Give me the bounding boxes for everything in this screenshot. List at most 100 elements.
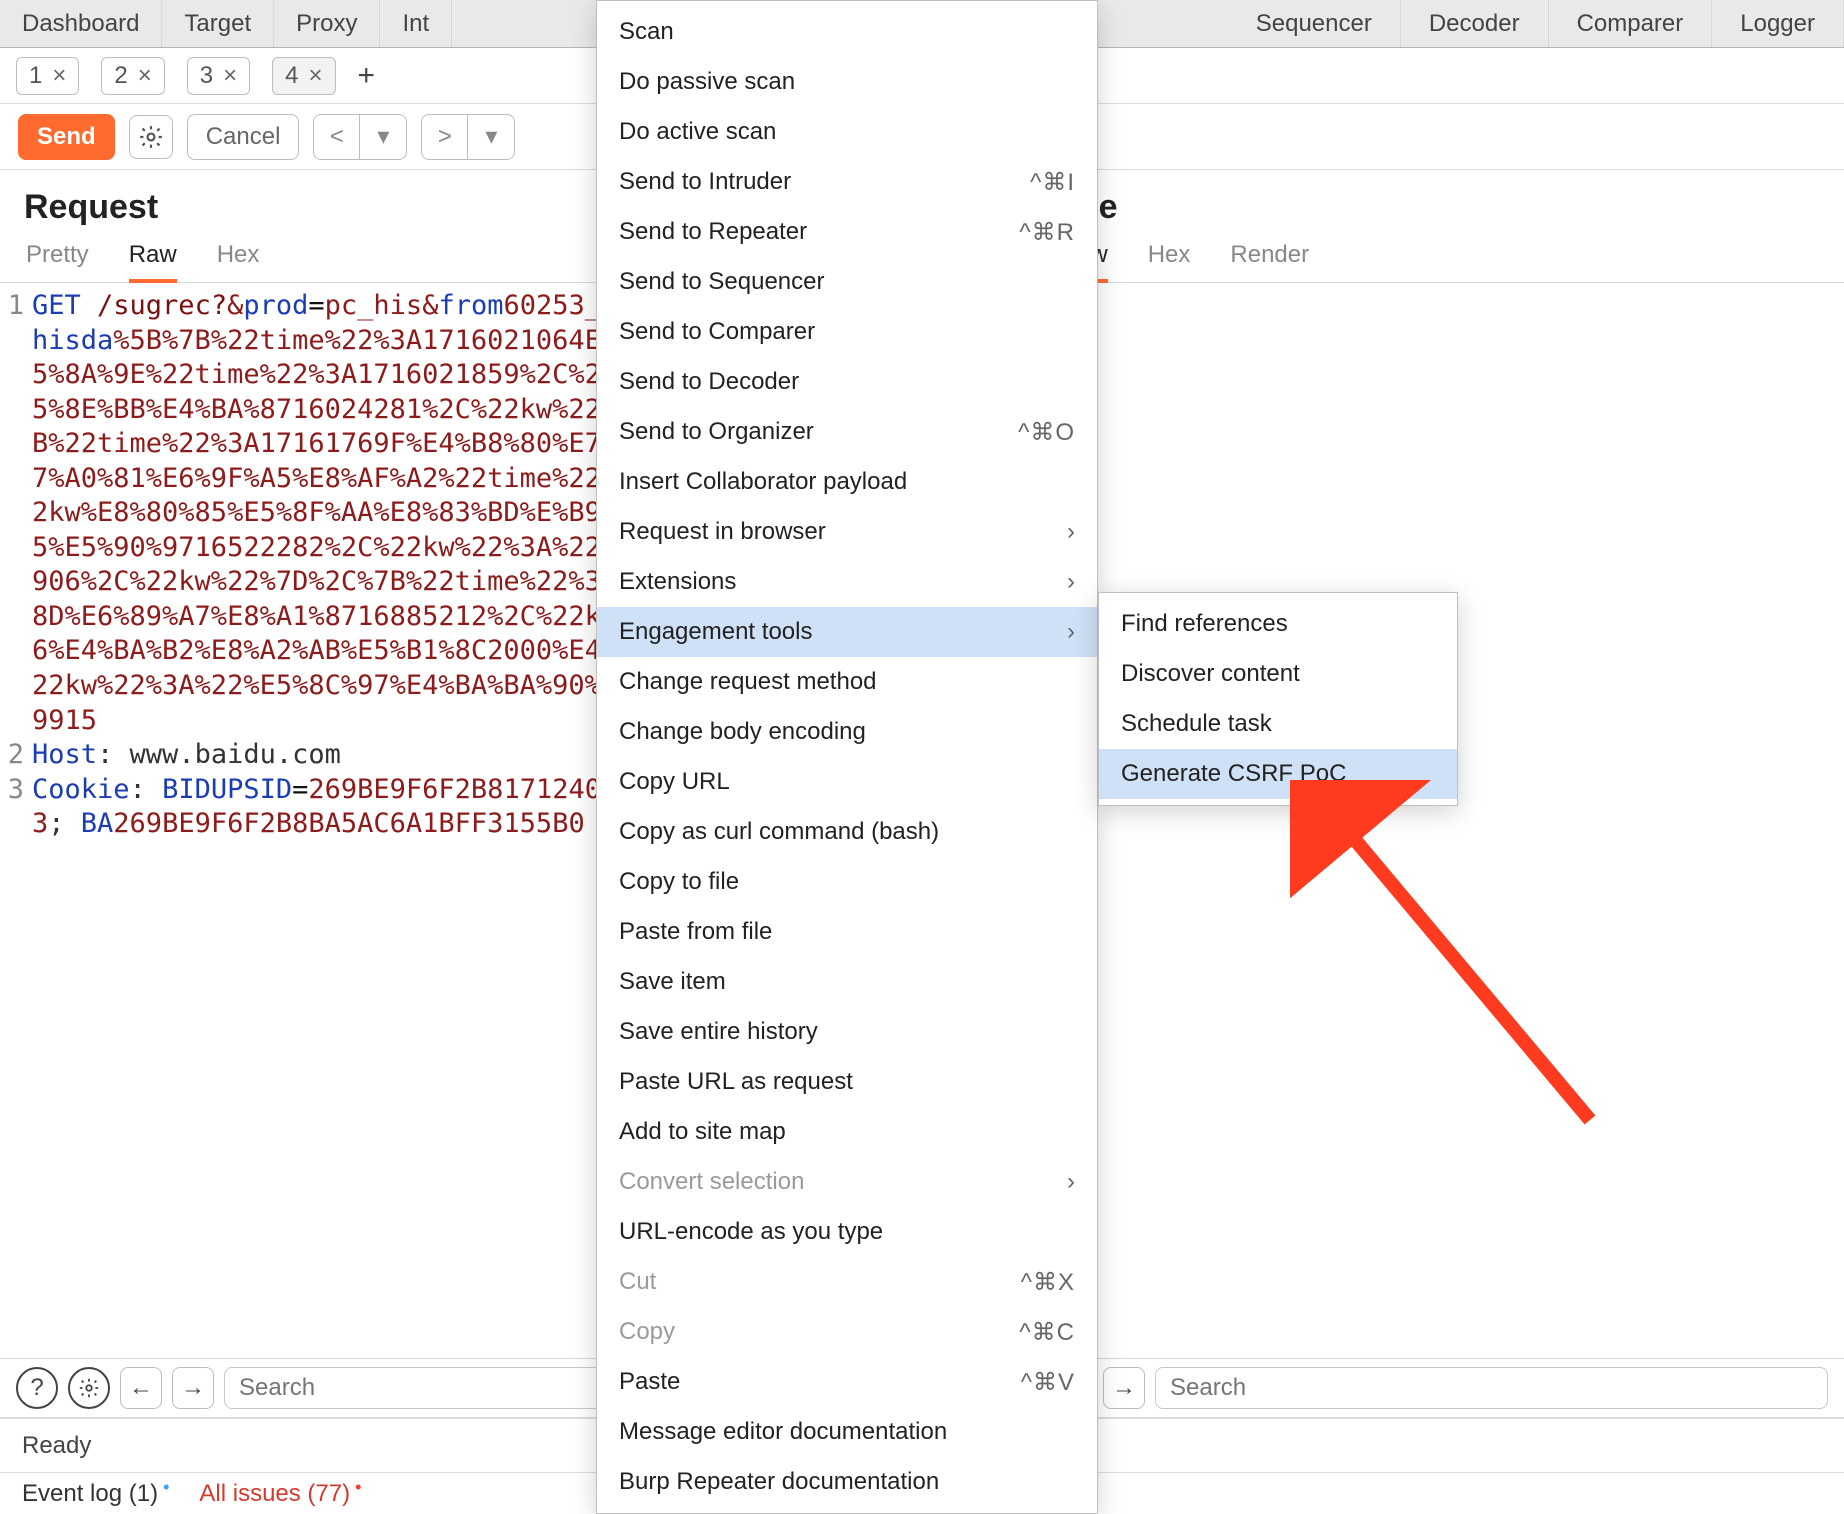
top-tab-sequencer[interactable]: Sequencer <box>1228 0 1401 47</box>
ctx-change-request-method[interactable]: Change request method <box>597 657 1097 707</box>
chevron-right-icon: › <box>1067 1168 1075 1196</box>
response-search-input[interactable] <box>1155 1367 1828 1409</box>
history-back-button[interactable]: < <box>314 115 360 159</box>
add-tab-button[interactable]: + <box>358 59 376 93</box>
history-fwd-menu[interactable]: ▾ <box>468 115 514 159</box>
ctx-cut: Cut^⌘X <box>597 1257 1097 1307</box>
ctx-save-item[interactable]: Save item <box>597 957 1097 1007</box>
close-icon[interactable]: × <box>308 62 322 90</box>
ctx-do-passive-scan[interactable]: Do passive scan <box>597 57 1097 107</box>
search-next-button[interactable]: → <box>1103 1367 1145 1409</box>
menu-label: Paste from file <box>619 918 772 946</box>
history-back-group: < ▾ <box>313 114 407 160</box>
repeater-tab-2[interactable]: 2× <box>101 57 164 95</box>
ctx-copy-to-file[interactable]: Copy to file <box>597 857 1097 907</box>
chevron-right-icon: › <box>1067 618 1075 646</box>
ctx-burp-repeater-documentation[interactable]: Burp Repeater documentation <box>597 1457 1097 1507</box>
history-back-menu[interactable]: ▾ <box>360 115 406 159</box>
menu-label: Extensions <box>619 568 736 596</box>
top-tab-int[interactable]: Int <box>380 0 452 47</box>
menu-label: Change request method <box>619 668 877 696</box>
engagement-submenu[interactable]: Find referencesDiscover contentSchedule … <box>1098 592 1458 806</box>
send-button[interactable]: Send <box>18 114 115 160</box>
submenu-generate-csrf-poc[interactable]: Generate CSRF PoC <box>1099 749 1457 799</box>
search-prev-button[interactable]: ← <box>120 1367 162 1409</box>
event-log-link[interactable]: Event log (1) • <box>22 1480 169 1508</box>
menu-label: Send to Repeater <box>619 218 807 246</box>
repeater-tab-3[interactable]: 3× <box>187 57 250 95</box>
editor-settings-button[interactable] <box>68 1367 110 1409</box>
line-number: 1 <box>6 289 32 738</box>
submenu-schedule-task[interactable]: Schedule task <box>1099 699 1457 749</box>
view-tab-render[interactable]: Render <box>1230 241 1309 282</box>
top-tab-dashboard[interactable]: Dashboard <box>0 0 162 47</box>
view-tab-pretty[interactable]: Pretty <box>26 241 89 282</box>
menu-label: Send to Decoder <box>619 368 799 396</box>
repeater-tab-1[interactable]: 1× <box>16 57 79 95</box>
menu-label: Burp Repeater documentation <box>619 1468 939 1496</box>
settings-button[interactable] <box>129 115 173 159</box>
cancel-button[interactable]: Cancel <box>187 114 300 160</box>
ctx-add-to-site-map[interactable]: Add to site map <box>597 1107 1097 1157</box>
ctx-insert-collaborator-payload[interactable]: Insert Collaborator payload <box>597 457 1097 507</box>
menu-label: Paste <box>619 1368 680 1396</box>
ctx-send-to-organizer[interactable]: Send to Organizer^⌘O <box>597 407 1097 457</box>
ctx-extensions[interactable]: Extensions › <box>597 557 1097 607</box>
ctx-paste-from-file[interactable]: Paste from file <box>597 907 1097 957</box>
ctx-send-to-repeater[interactable]: Send to Repeater^⌘R <box>597 207 1097 257</box>
chevron-right-icon: › <box>1067 568 1075 596</box>
line-number: 2 <box>6 738 32 773</box>
ctx-url-encode-as-you-type[interactable]: URL-encode as you type <box>597 1207 1097 1257</box>
menu-label: Save entire history <box>619 1018 818 1046</box>
line-code[interactable]: Host: www.baidu.com <box>32 738 351 773</box>
menu-label: Cut <box>619 1268 656 1296</box>
ctx-send-to-intruder[interactable]: Send to Intruder^⌘I <box>597 157 1097 207</box>
ctx-paste-url-as-request[interactable]: Paste URL as request <box>597 1057 1097 1107</box>
ctx-copy-url[interactable]: Copy URL <box>597 757 1097 807</box>
all-issues-link[interactable]: All issues (77) • <box>199 1480 361 1508</box>
menu-label: Do active scan <box>619 118 776 146</box>
ctx-do-active-scan[interactable]: Do active scan <box>597 107 1097 157</box>
top-tab-target[interactable]: Target <box>162 0 274 47</box>
menu-label: Copy <box>619 1318 675 1346</box>
ctx-send-to-decoder[interactable]: Send to Decoder <box>597 357 1097 407</box>
menu-shortcut: ^⌘I <box>1030 168 1075 197</box>
gear-icon <box>138 124 164 150</box>
menu-shortcut: ^⌘C <box>1019 1318 1075 1347</box>
top-tab-comparer[interactable]: Comparer <box>1549 0 1713 47</box>
close-icon[interactable]: × <box>138 62 152 90</box>
submenu-discover-content[interactable]: Discover content <box>1099 649 1457 699</box>
ctx-message-editor-documentation[interactable]: Message editor documentation <box>597 1407 1097 1457</box>
tab-label: 1 <box>29 62 42 90</box>
menu-label: URL-encode as you type <box>619 1218 883 1246</box>
ctx-send-to-comparer[interactable]: Send to Comparer <box>597 307 1097 357</box>
ctx-change-body-encoding[interactable]: Change body encoding <box>597 707 1097 757</box>
ctx-send-to-sequencer[interactable]: Send to Sequencer <box>597 257 1097 307</box>
view-tab-hex[interactable]: Hex <box>217 241 260 282</box>
menu-label: Change body encoding <box>619 718 866 746</box>
ctx-scan[interactable]: Scan <box>597 7 1097 57</box>
help-button[interactable]: ? <box>16 1367 58 1409</box>
tab-label: 3 <box>200 62 213 90</box>
menu-label: Convert selection <box>619 1168 804 1196</box>
menu-label: Add to site map <box>619 1118 786 1146</box>
repeater-tab-4[interactable]: 4× <box>272 57 335 95</box>
view-tab-raw[interactable]: Raw <box>129 241 177 283</box>
top-tab-decoder[interactable]: Decoder <box>1401 0 1549 47</box>
submenu-find-references[interactable]: Find references <box>1099 599 1457 649</box>
top-tab-proxy[interactable]: Proxy <box>274 0 380 47</box>
close-icon[interactable]: × <box>223 62 237 90</box>
history-fwd-button[interactable]: > <box>422 115 468 159</box>
menu-label: Generate CSRF PoC <box>1121 760 1346 788</box>
ctx-copy-as-curl-command-bash-[interactable]: Copy as curl command (bash) <box>597 807 1097 857</box>
menu-label: Request in browser <box>619 518 826 546</box>
context-menu[interactable]: ScanDo passive scan Do active scan Send to… <box>596 0 1098 1514</box>
ctx-request-in-browser[interactable]: Request in browser› <box>597 507 1097 557</box>
ctx-engagement-tools[interactable]: Engagement tools› <box>597 607 1097 657</box>
search-next-button[interactable]: → <box>172 1367 214 1409</box>
close-icon[interactable]: × <box>52 62 66 90</box>
top-tab-logger[interactable]: Logger <box>1712 0 1844 47</box>
ctx-paste[interactable]: Paste^⌘V <box>597 1357 1097 1407</box>
view-tab-hex[interactable]: Hex <box>1148 241 1191 282</box>
ctx-save-entire-history[interactable]: Save entire history <box>597 1007 1097 1057</box>
